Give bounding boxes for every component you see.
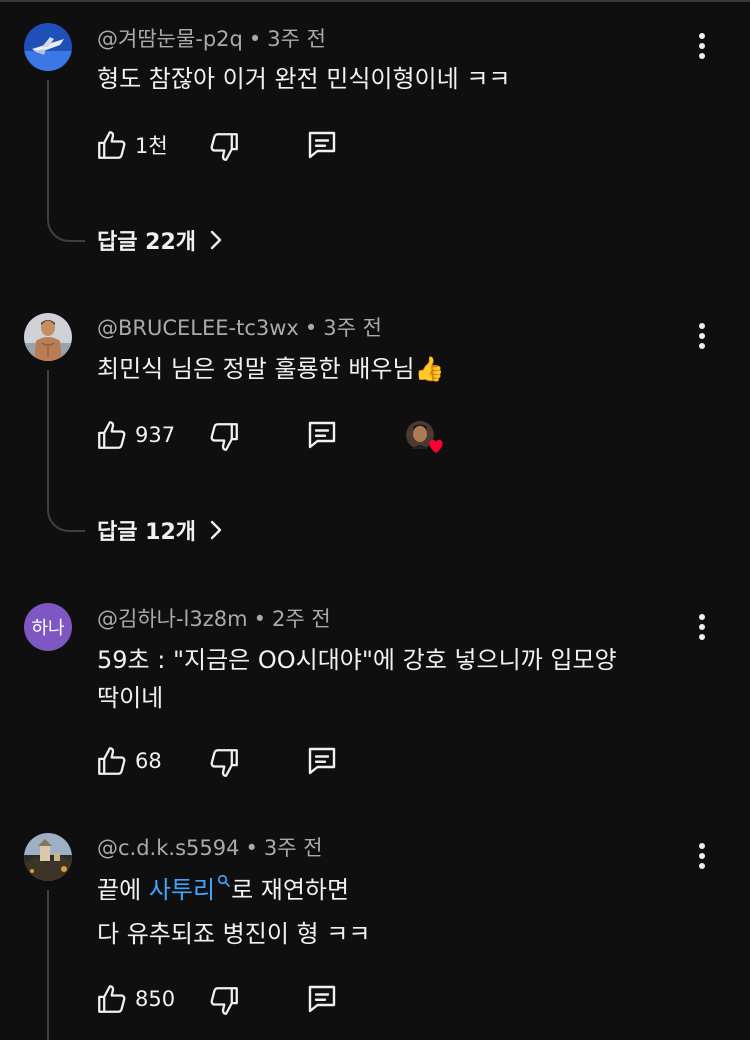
chevron-right-icon (210, 230, 222, 250)
avatar-initials: 하나 (31, 618, 65, 639)
thumbs-up-icon (98, 421, 126, 449)
avatar[interactable] (24, 23, 72, 71)
text-after-link: 로 재연하면 (231, 876, 350, 904)
thread-line (47, 890, 49, 1040)
reply-button[interactable] (304, 125, 340, 165)
author-handle[interactable]: @겨땀눈물-p2q (97, 27, 243, 51)
like-count: 68 (135, 749, 162, 773)
comment-text-line-2: 다 유추되죠 병진이 형 ㅋㅋ (97, 920, 371, 948)
dislike-button[interactable] (207, 743, 241, 783)
avatar[interactable] (24, 313, 72, 361)
reply-button[interactable] (304, 979, 340, 1019)
reply-button[interactable] (304, 415, 340, 455)
thread-line (47, 370, 49, 508)
comment-text-line-1: 59초 : "지금은 OO시대야"에 강호 넣으니까 입모양 (97, 646, 617, 674)
creator-heart-icon (406, 421, 443, 453)
like-button[interactable]: 937 (95, 415, 175, 455)
comment-reply-icon (308, 421, 336, 449)
author-handle[interactable]: @BRUCELEE-tc3wx (97, 316, 299, 340)
avatar[interactable] (24, 833, 72, 881)
author-handle[interactable]: @c.d.k.s5594 (97, 836, 239, 860)
like-count: 850 (135, 987, 176, 1011)
thumbs-down-icon (210, 133, 238, 161)
chevron-right-icon (210, 520, 222, 540)
comment-text-line-2: 딱이네 (97, 684, 164, 712)
search-icon (217, 874, 230, 887)
thumbs-up-icon (98, 747, 126, 775)
comment-reply-icon (308, 985, 336, 1013)
vertical-dots-icon (699, 33, 705, 59)
comment-reply-icon (308, 747, 336, 775)
creator-heart-badge[interactable] (404, 417, 448, 457)
timestamp[interactable]: 3주 전 (323, 316, 382, 340)
dislike-button[interactable] (207, 127, 241, 167)
landscape-avatar-image (24, 833, 72, 881)
replies-label: 답글 22개 (97, 230, 196, 255)
like-button[interactable]: 68 (95, 741, 162, 781)
more-options-button[interactable] (690, 838, 714, 874)
timestamp[interactable]: 2주 전 (272, 607, 331, 631)
comment-meta: @겨땀눈물-p2q • 3주 전 (97, 27, 326, 51)
timestamp[interactable]: 3주 전 (267, 27, 326, 51)
like-count: 937 (135, 423, 176, 447)
thumbs-down-icon (210, 987, 238, 1015)
author-handle[interactable]: @김하나-l3z8m (97, 607, 248, 631)
thumbs-down-icon (210, 423, 238, 451)
comment-text: 최민식 님은 정말 훌룡한 배우님👍 (97, 349, 444, 389)
text-before-link: 끝에 (97, 876, 142, 904)
comment-meta: @BRUCELEE-tc3wx • 3주 전 (97, 316, 382, 340)
more-options-button[interactable] (690, 318, 714, 354)
more-options-button[interactable] (690, 28, 714, 64)
timestamp[interactable]: 3주 전 (264, 836, 323, 860)
view-replies-button[interactable]: 답글 22개 (97, 224, 224, 256)
thumbs-down-icon (210, 749, 238, 777)
like-count: 1천 (135, 134, 168, 158)
airplane-avatar-image (24, 23, 72, 71)
thumbs-up-emoji: 👍 (414, 355, 445, 383)
like-button[interactable]: 1천 (95, 125, 168, 165)
top-divider (0, 0, 750, 2)
more-options-button[interactable] (690, 609, 714, 645)
avatar[interactable]: 하나 (24, 603, 72, 651)
replies-label: 답글 12개 (97, 520, 196, 545)
thumbs-up-icon (98, 985, 126, 1013)
dislike-button[interactable] (207, 417, 241, 457)
thumbs-up-icon (98, 131, 126, 159)
comment-text-body: 최민식 님은 정말 훌룡한 배우님 (97, 355, 415, 383)
vertical-dots-icon (699, 323, 705, 349)
thread-curve (47, 218, 85, 242)
comment-meta: @김하나-l3z8m • 2주 전 (97, 607, 331, 631)
thread-curve (47, 508, 85, 532)
like-button[interactable]: 850 (95, 979, 175, 1019)
view-replies-button[interactable]: 답글 12개 (97, 514, 224, 546)
comment-text-line-1: 끝에 사투리 로 재연하면 (97, 870, 349, 910)
dislike-button[interactable] (207, 981, 241, 1021)
reply-button[interactable] (304, 741, 340, 781)
comment-reply-icon (308, 131, 336, 159)
search-link-label: 사투리 (148, 876, 216, 904)
comment-text: 형도 참잖아 이거 완전 민식이형이네 ㅋㅋ (97, 65, 511, 93)
vertical-dots-icon (699, 843, 705, 869)
person-avatar-image (24, 313, 72, 361)
search-link[interactable]: 사투리 (148, 874, 231, 904)
comment-meta: @c.d.k.s5594 • 3주 전 (97, 836, 323, 860)
thread-line (47, 80, 49, 218)
vertical-dots-icon (699, 614, 705, 640)
